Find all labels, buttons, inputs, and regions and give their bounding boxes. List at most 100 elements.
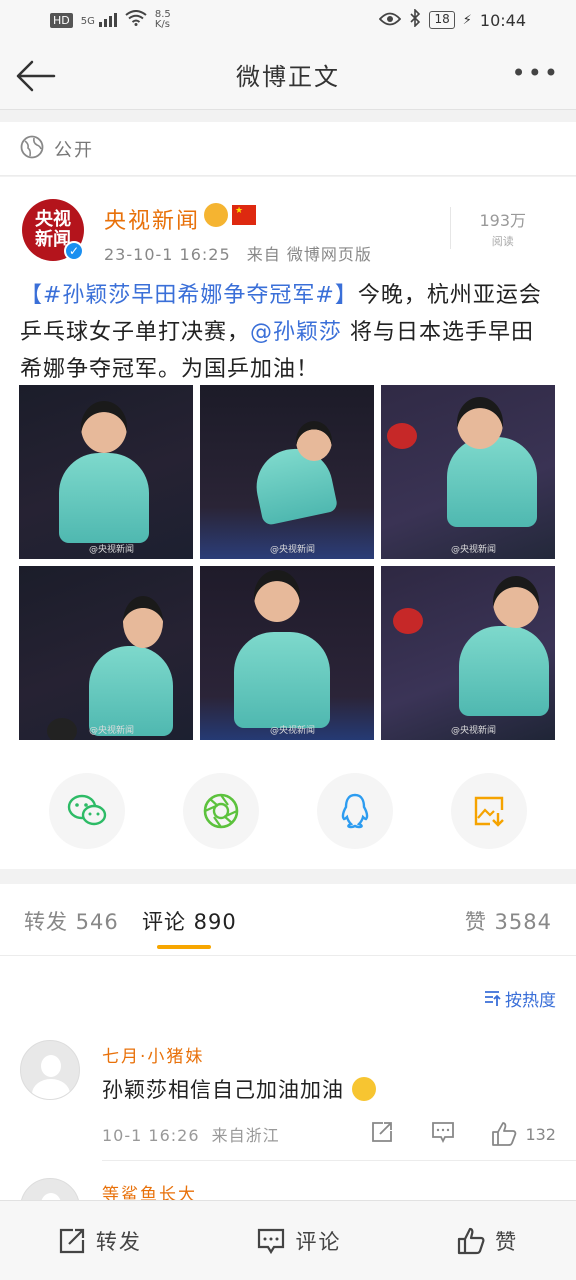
status-right: 18 ⚡ 10:44 [379,8,526,31]
photo-watermark: @央视新闻 [270,726,316,736]
like-icon [458,1227,485,1254]
comment-divider [102,1160,576,1161]
repost-icon [59,1228,84,1253]
status-left: HD 5G 8.5 K/s [50,10,171,30]
photo-watermark: @央视新闻 [451,726,497,736]
qq-icon [341,793,369,829]
read-count: 193万 阅读 [450,207,526,249]
paddle [387,423,417,449]
like-button[interactable]: 赞 [457,1226,518,1256]
comment-icon [431,1122,454,1144]
comment-meta: 10-1 16:26 来自浙江 [102,1122,280,1146]
comment-like-button[interactable]: 132 [491,1121,556,1147]
comment-text-content: 孙颖莎相信自己加油加油 [102,1078,344,1102]
photo-watermark: @央视新闻 [270,545,316,555]
photo-5[interactable]: @央视新闻 [200,566,374,740]
charging-icon: ⚡ [462,12,472,28]
photo-3[interactable]: @央视新闻 [381,385,555,559]
share-row [0,773,576,849]
back-arrow-icon [16,60,56,92]
hashtag-link[interactable]: 【#孙颖莎早田希娜争夺冠军#】 [20,283,358,308]
share-moments-button[interactable] [183,773,259,849]
clock: 10:44 [479,10,526,30]
comment-time: 10-1 16:26 [102,1126,200,1145]
save-image-icon [474,796,504,827]
wifi-icon [125,10,147,30]
comment-author[interactable]: 等鲨鱼长大 [102,1180,197,1200]
more-options-button[interactable]: ••• [512,61,560,85]
photo-6[interactable]: @央视新闻 [381,566,555,740]
photo-grid: @央视新闻 @央视新闻 @央视新闻 @央视新闻 @央视新闻 @央视新闻 [19,385,555,740]
page-title: 微博正文 [236,63,340,91]
visibility-label: 公开 [54,139,94,161]
medal-badge-icon [204,203,228,227]
china-flag-icon [232,205,256,225]
network-type: 5G [80,16,95,27]
eye-icon [379,11,402,30]
interaction-tabs: 转发 546 评论 890 赞 3584 [0,884,576,956]
paddle [393,608,423,634]
author-badges [204,203,256,227]
player-figure-head [457,397,503,449]
paddle [47,718,77,740]
comment-like-count: 132 [525,1124,556,1144]
avatar-text-top: 央视 [35,209,71,230]
more-icon: ••• [511,59,560,87]
player-figure [59,453,149,543]
mention-link[interactable]: @孙颖莎 [250,320,342,345]
photo-4[interactable]: @央视新闻 [19,566,193,740]
post-meta: 23-10-1 16:25 来自 微博网页版 [104,241,372,265]
repost-button[interactable]: 转发 [58,1226,142,1256]
tab-repost[interactable]: 转发 546 [24,906,119,936]
avatar-head [41,1193,61,1200]
photo-watermark: @央视新闻 [89,545,135,555]
player-figure-head [81,401,127,453]
author-name[interactable]: 央视新闻 [104,203,200,235]
player-figure-head [123,596,163,648]
bluetooth-icon [409,8,421,31]
comment-list: 按热度 七月·小猪妹 孙颖莎相信自己加油加油 10-1 16:26 来自浙江 1… [0,956,576,1200]
back-button[interactable] [14,56,58,96]
active-tab-indicator [157,945,211,949]
comment-label: 评论 [295,1229,342,1254]
post-card: 央视 新闻 ✓ 央视新闻 23-10-1 16:25 来自 微博网页版 193万… [0,177,576,869]
comment-button[interactable]: 评论 [257,1226,341,1256]
comment-author[interactable]: 七月·小猪妹 [102,1042,204,1067]
photo-2[interactable]: @央视新闻 [200,385,374,559]
player-figure-head [493,576,539,628]
player-figure [234,632,330,728]
comment-avatar[interactable] [20,1040,80,1100]
comment-icon [258,1228,285,1254]
repost-label: 转发 [95,1229,142,1254]
save-image-button[interactable] [451,773,527,849]
repost-icon [372,1122,392,1142]
avatar-body [32,1079,70,1099]
photo-1[interactable]: @央视新闻 [19,385,193,559]
verified-icon: ✓ [64,241,84,261]
sort-label: 按热度 [505,991,556,1011]
network-speed: 8.5 K/s [154,9,171,30]
moments-icon [203,793,239,829]
like-icon [492,1122,517,1146]
tab-like[interactable]: 赞 3584 [465,906,552,936]
comment-avatar[interactable] [20,1178,80,1200]
sort-button[interactable]: 按热度 [483,986,556,1011]
player-figure-head [254,570,300,622]
player-figure-head [296,421,332,461]
tab-comment[interactable]: 评论 890 [142,906,237,936]
player-figure [447,437,537,527]
hd-indicator: HD [50,12,73,28]
globe-icon [20,135,44,163]
bottom-action-bar: 转发 评论 赞 [0,1200,576,1280]
read-count-label: 阅读 [491,235,514,248]
comment-reply-button[interactable] [431,1120,455,1148]
post-source: 来自 微博网页版 [246,245,372,264]
visibility-bar: 公开 [0,122,576,176]
post-time: 23-10-1 16:25 [104,245,231,264]
share-qq-button[interactable] [317,773,393,849]
photo-watermark: @央视新闻 [451,545,497,555]
comment-repost-button[interactable] [370,1120,394,1148]
cheer-emoji-icon [351,1077,376,1101]
share-wechat-button[interactable] [49,773,125,849]
status-bar: HD 5G 8.5 K/s 18 ⚡ 10:44 [0,0,576,40]
